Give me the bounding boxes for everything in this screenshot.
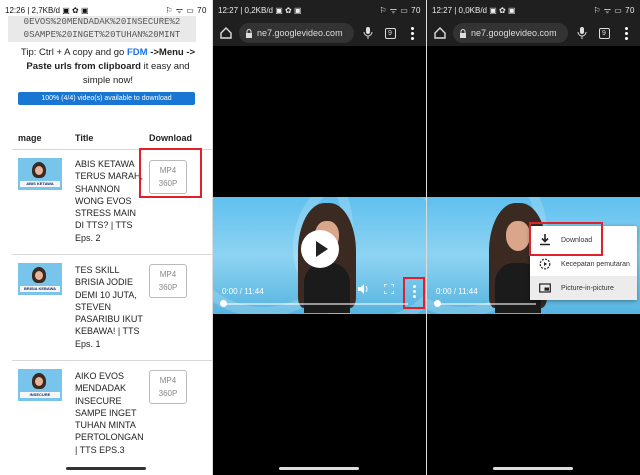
- column-image: mage: [18, 133, 42, 143]
- gesture-bar[interactable]: [66, 467, 146, 470]
- url-fragment: 0EVOS%20MENDADAK%20INSECURE%2 0SAMPE%20I…: [8, 16, 196, 42]
- column-download: Download: [149, 133, 192, 143]
- highlight-box: [139, 148, 202, 198]
- menu-item-label: Kecepatan pemutaran: [561, 260, 630, 268]
- thumbnail-face: [32, 267, 46, 283]
- seek-bar[interactable]: [436, 303, 536, 305]
- volume-icon[interactable]: [356, 284, 370, 298]
- format-label: MP4: [159, 376, 177, 385]
- address-bar[interactable]: ne7.googlevideo.com: [453, 23, 568, 43]
- browser-menu-icon[interactable]: [618, 25, 634, 41]
- lock-icon: [459, 28, 467, 38]
- status-time: 12:27 | 0,0KB/d ▣ ✿ ▣: [432, 5, 516, 15]
- lock-icon: [245, 28, 253, 38]
- divider: [12, 360, 212, 361]
- quality-label: 360P: [158, 283, 178, 292]
- thumbnail-face: [32, 162, 46, 178]
- home-icon[interactable]: [219, 26, 233, 40]
- tab-count: 9: [598, 27, 610, 39]
- speed-icon: [539, 258, 551, 270]
- play-button[interactable]: [301, 230, 339, 268]
- download-mp4-button[interactable]: MP4 360P: [149, 264, 187, 298]
- video-menu-screen: 12:27 | 0,0KB/d ▣ ✿ ▣ ⚐ ᯤ ▭ 70 ne7.googl…: [427, 0, 640, 475]
- tip-text: Tip: Ctrl + A copy and go FDM ->Menu -> P…: [18, 46, 198, 88]
- home-icon[interactable]: [433, 26, 447, 40]
- thumbnail-caption: BRISIA KEBAWA: [20, 286, 60, 292]
- highlight-box: [529, 222, 603, 256]
- address-text: ne7.googlevideo.com: [257, 28, 343, 38]
- thumbnail-face: [32, 373, 46, 389]
- tip-paste: Paste urls from clipboard: [26, 61, 141, 72]
- quality-label: 360P: [158, 389, 178, 398]
- video-thumbnail[interactable]: ABIS KETAWA: [18, 158, 62, 190]
- mic-icon[interactable]: [360, 25, 376, 41]
- divider: [12, 254, 212, 255]
- download-mp4-button[interactable]: MP4 360P: [149, 370, 187, 404]
- mic-icon[interactable]: [574, 25, 590, 41]
- video-title: AIKO EVOS MENDADAK INSECURE SAMPE INGET …: [75, 371, 144, 455]
- availability-progress-bar: 100% (4/4) video(s) available to downloa…: [18, 92, 195, 105]
- menu-item-picture-in-picture[interactable]: Picture-in-picture: [530, 276, 637, 300]
- seek-handle[interactable]: [220, 300, 227, 307]
- gesture-bar[interactable]: [493, 467, 573, 470]
- format-label: MP4: [159, 270, 177, 279]
- tab-count: 9: [384, 27, 396, 39]
- status-time: 12:27 | 0,2KB/d ▣ ✿ ▣: [218, 5, 302, 15]
- address-bar[interactable]: ne7.googlevideo.com: [239, 23, 354, 43]
- video-player-screen: 12:27 | 0,2KB/d ▣ ✿ ▣ ⚐ ᯤ ▭ 70 ne7.googl…: [213, 0, 426, 475]
- video-thumbnail[interactable]: INSECURE: [18, 369, 62, 401]
- fullscreen-icon[interactable]: [382, 283, 396, 298]
- thumbnail-caption: INSECURE: [20, 392, 60, 398]
- video-title: TES SKILL BRISIA JODIE DEMI 10 JUTA, STE…: [75, 265, 143, 349]
- browser-menu-icon[interactable]: [404, 25, 420, 41]
- seek-bar[interactable]: [222, 303, 408, 305]
- browser-toolbar: ne7.googlevideo.com 9: [427, 20, 640, 46]
- thumbnail-caption: ABIS KETAWA: [20, 181, 60, 187]
- address-text: ne7.googlevideo.com: [471, 28, 557, 38]
- menu-item-label: Picture-in-picture: [561, 284, 614, 292]
- status-time: 12:26 | 2,7KB/d ▣ ✿ ▣: [5, 5, 89, 15]
- seek-handle[interactable]: [434, 300, 441, 307]
- video-time: 0:00 / 11:44: [436, 287, 478, 296]
- browser-toolbar: ne7.googlevideo.com 9: [213, 20, 426, 46]
- tab-switcher-button[interactable]: 9: [382, 25, 398, 41]
- status-icons: ⚐ ᯤ ▭ 70: [593, 5, 635, 15]
- tip-menu: ->Menu ->: [147, 47, 196, 58]
- tip-prefix: Tip: Ctrl + A copy and go: [20, 47, 127, 58]
- video-time: 0:00 / 11:44: [222, 287, 264, 296]
- fdm-link[interactable]: FDM: [127, 47, 148, 58]
- gesture-bar[interactable]: [279, 467, 359, 470]
- pip-icon: [539, 282, 551, 294]
- column-title: Title: [75, 133, 94, 143]
- status-icons: ⚐ ᯤ ▭ 70: [165, 5, 207, 15]
- tab-switcher-button[interactable]: 9: [596, 25, 612, 41]
- status-bar: 12:27 | 0,0KB/d ▣ ✿ ▣ ⚐ ᯤ ▭ 70: [427, 0, 640, 20]
- video-title: ABIS KETAWA TERUS MARAH, SHANNON WONG EV…: [75, 159, 144, 243]
- video-thumbnail[interactable]: BRISIA KEBAWA: [18, 263, 62, 295]
- download-list-screen: 12:26 | 2,7KB/d ▣ ✿ ▣ ⚐ ᯤ ▭ 70 0EVOS%20M…: [0, 0, 212, 475]
- status-icons: ⚐ ᯤ ▭ 70: [379, 5, 421, 15]
- status-bar: 12:27 | 0,2KB/d ▣ ✿ ▣ ⚐ ᯤ ▭ 70: [213, 0, 426, 20]
